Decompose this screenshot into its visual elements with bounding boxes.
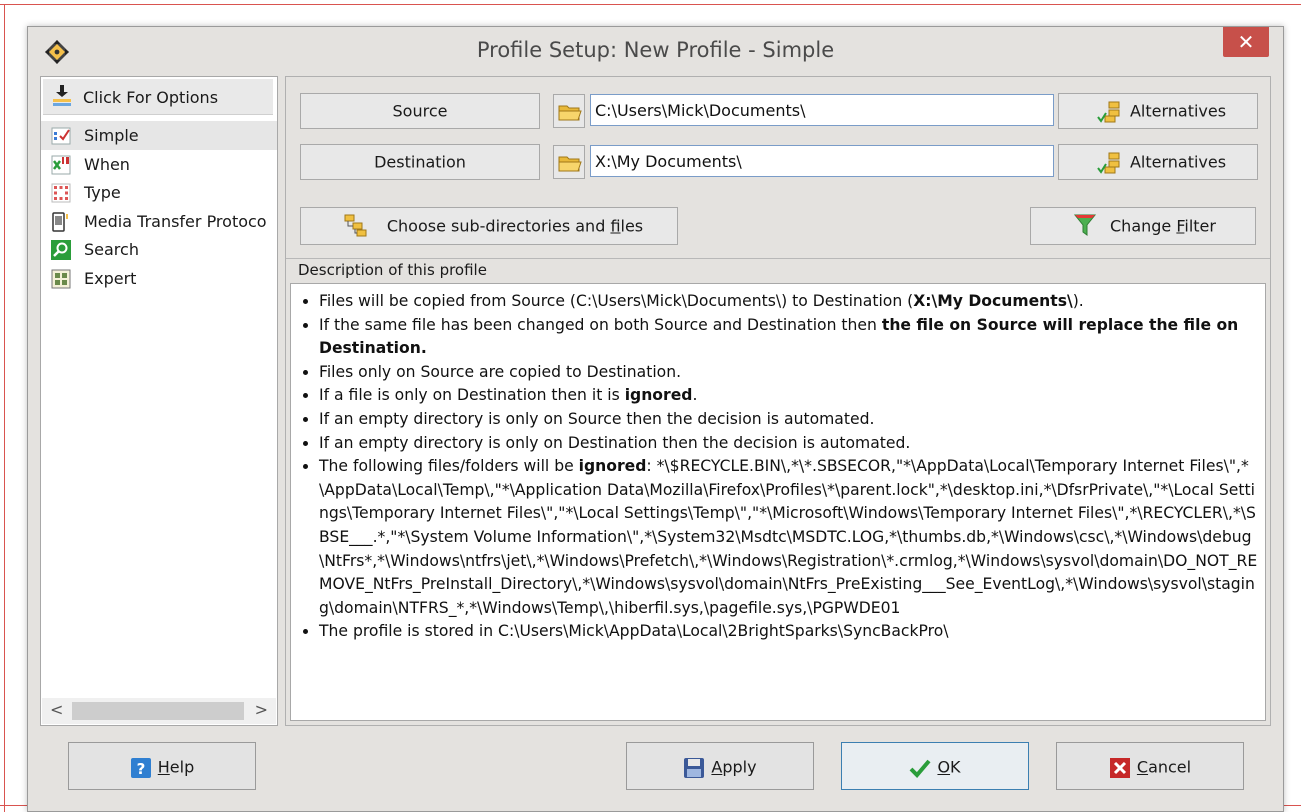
description-heading: Description of this profile [298, 261, 487, 279]
description-item: If an empty directory is only on Source … [319, 408, 1259, 432]
description-list: Files will be copied from Source (C:\Use… [295, 290, 1259, 644]
save-icon [684, 758, 705, 778]
change-filter-label: Change Filter [1110, 216, 1216, 236]
destination-button-label: Destination [374, 152, 466, 172]
screenshot-border-left [4, 4, 5, 812]
title-bar: Profile Setup: New Profile - Simple ✕ [28, 27, 1283, 75]
sidebar-item-media-transfer-protocol[interactable]: Media Transfer Protoco [41, 207, 277, 236]
ok-button[interactable]: OK [841, 742, 1029, 790]
type-icon [51, 183, 71, 203]
search-icon [51, 240, 71, 260]
scroll-left-icon[interactable]: < [50, 700, 63, 719]
destination-path-input[interactable] [590, 145, 1054, 177]
description-item: If the same file has been changed on bot… [319, 314, 1259, 361]
sidebar-item-label: Media Transfer Protoco [84, 211, 267, 231]
source-button-label: Source [392, 101, 448, 121]
sidebar-item-type[interactable]: Type [41, 178, 277, 207]
simple-settings-panel: Source Alternatives Destination [285, 76, 1271, 726]
sidebar-item-label: When [84, 154, 130, 174]
sidebar-item-label: Expert [84, 268, 137, 288]
sidebar-item-search[interactable]: Search [41, 235, 277, 264]
alternatives-label: Alternatives [1129, 101, 1227, 121]
profile-setup-window: Profile Setup: New Profile - Simple ✕ Cl… [27, 26, 1284, 812]
sidebar-item-label: Simple [84, 126, 139, 145]
simple-icon [51, 127, 71, 145]
close-button[interactable]: ✕ [1223, 27, 1269, 57]
options-sidebar: Click For Options Simple When Type Media… [40, 76, 278, 726]
help-icon: ? [130, 758, 151, 778]
screenshot-border-top [0, 4, 1301, 5]
svg-text:?: ? [136, 760, 145, 778]
cancel-button[interactable]: Cancel [1056, 742, 1244, 790]
source-alternatives-button[interactable]: Alternatives [1058, 93, 1258, 129]
destination-button[interactable]: Destination [300, 144, 540, 180]
scroll-right-icon[interactable]: > [255, 700, 268, 719]
section-divider [286, 258, 1270, 259]
source-browse-button[interactable] [553, 94, 585, 128]
options-menu-icon [53, 85, 71, 106]
expert-icon [51, 269, 71, 288]
cancel-icon [1109, 758, 1130, 778]
apply-button[interactable]: Apply [626, 742, 814, 790]
choose-subdirectories-button[interactable]: Choose sub-directories and files [300, 207, 678, 245]
click-for-options-label: Click For Options [83, 88, 219, 107]
description-box: Files will be copied from Source (C:\Use… [290, 283, 1266, 721]
source-button[interactable]: Source [300, 93, 540, 129]
sidebar-item-simple[interactable]: Simple [41, 121, 277, 150]
sidebar-item-label: Type [84, 183, 121, 202]
help-button[interactable]: ? Help [68, 742, 256, 790]
sidebar-horizontal-scrollbar[interactable]: < > [42, 698, 276, 724]
folder-icon [558, 105, 582, 121]
sidebar-item-when[interactable]: When [41, 150, 277, 179]
description-item: Files only on Source are copied to Desti… [319, 361, 1259, 385]
description-item: If a file is only on Destination then it… [319, 384, 1259, 408]
alternatives-label: Alternatives [1129, 152, 1227, 172]
sidebar-item-expert[interactable]: Expert [41, 264, 277, 293]
change-filter-button[interactable]: Change Filter [1030, 207, 1256, 245]
description-item: The profile is stored in C:\Users\Mick\A… [319, 620, 1259, 644]
description-item: The following files/folders will be igno… [319, 455, 1259, 620]
source-path-input[interactable] [590, 94, 1054, 126]
destination-alternatives-button[interactable]: Alternatives [1058, 144, 1258, 180]
checkmark-icon [910, 759, 931, 778]
description-item: If an empty directory is only on Destina… [319, 432, 1259, 456]
choose-subdirectories-label: Choose sub-directories and files [386, 216, 644, 236]
sidebar-item-label: Search [84, 240, 139, 259]
sidebar-nav: Simple When Type Media Transfer Protoco … [41, 121, 277, 292]
window-title: Profile Setup: New Profile - Simple [476, 38, 835, 62]
when-icon [51, 155, 71, 174]
close-icon: ✕ [1237, 30, 1255, 54]
destination-browse-button[interactable] [553, 145, 585, 179]
scrollbar-thumb[interactable] [72, 702, 244, 720]
mtp-icon [52, 211, 68, 232]
folder-icon [558, 156, 582, 172]
click-for-options-button[interactable]: Click For Options [43, 79, 273, 115]
description-item: Files will be copied from Source (C:\Use… [319, 290, 1259, 314]
